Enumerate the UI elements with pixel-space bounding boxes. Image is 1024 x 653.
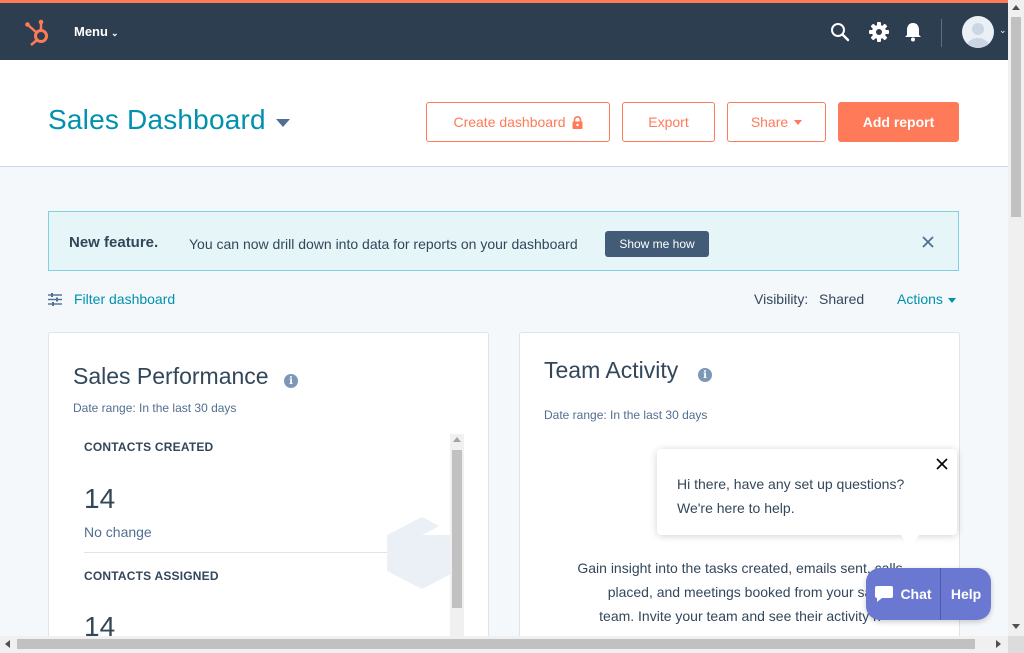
help-button[interactable]: Help bbox=[941, 586, 991, 602]
banner-text: You can now drill down into data for rep… bbox=[189, 236, 578, 252]
help-label: Help bbox=[950, 586, 982, 602]
metric-value: 14 bbox=[84, 483, 116, 514]
close-icon[interactable] bbox=[920, 234, 936, 250]
metric-label: CONTACTS ASSIGNED bbox=[84, 569, 219, 583]
scroll-right-arrow-icon[interactable] bbox=[996, 640, 1001, 648]
scroll-down-arrow-icon[interactable] bbox=[1012, 624, 1020, 629]
close-icon[interactable] bbox=[935, 457, 949, 471]
share-caret-icon bbox=[794, 119, 803, 125]
new-feature-banner: New feature. You can now drill down into… bbox=[48, 211, 959, 271]
info-icon[interactable]: i bbox=[284, 374, 298, 388]
decorative-hexagon-icon bbox=[387, 517, 457, 589]
add-report-label: Add report bbox=[862, 114, 935, 130]
visibility-value: Shared bbox=[819, 291, 865, 307]
dashboard-content: New feature. You can now drill down into… bbox=[0, 167, 1008, 642]
chat-button[interactable]: Chat bbox=[866, 568, 941, 620]
scroll-up-arrow-icon[interactable] bbox=[1012, 5, 1020, 10]
search-icon[interactable] bbox=[829, 21, 851, 43]
filter-row: Filter dashboard Visibility: Shared Acti… bbox=[48, 290, 959, 310]
sprocket-logo-icon[interactable] bbox=[24, 17, 52, 47]
team-activity-title: Team Activity bbox=[544, 357, 679, 383]
metric-label: CONTACTS CREATED bbox=[84, 440, 214, 454]
scroll-thumb[interactable] bbox=[452, 450, 462, 608]
filter-dashboard-link[interactable]: Filter dashboard bbox=[74, 291, 175, 307]
scrollbar-corner bbox=[1008, 636, 1024, 653]
card-scrollbar[interactable] bbox=[450, 434, 464, 641]
top-navigation-bar: Menu ⌄ ⌄ bbox=[0, 0, 1008, 60]
metric-change: No change bbox=[84, 524, 152, 540]
actions-caret-icon bbox=[947, 297, 956, 303]
sales-performance-card: Sales Performance i Date range: In the l… bbox=[48, 332, 489, 642]
filter-sliders-icon[interactable] bbox=[48, 293, 62, 306]
page-horizontal-scrollbar[interactable] bbox=[0, 636, 1008, 653]
page-title[interactable]: Sales Dashboard bbox=[48, 104, 266, 136]
avatar-icon[interactable] bbox=[962, 16, 994, 48]
gear-icon[interactable] bbox=[868, 21, 890, 43]
actions-label: Actions bbox=[897, 291, 943, 307]
nav-divider bbox=[941, 19, 942, 47]
chat-widget[interactable]: Chat Help bbox=[866, 568, 991, 620]
actions-dropdown[interactable]: Actions bbox=[897, 291, 956, 307]
avatar-chevron-down-icon[interactable]: ⌄ bbox=[999, 25, 1007, 36]
export-button[interactable]: Export bbox=[622, 102, 715, 142]
sales-performance-title: Sales Performance bbox=[73, 363, 269, 389]
popup-message: Hi there, have any set up questions? We'… bbox=[677, 472, 904, 520]
popup-line: We're here to help. bbox=[677, 500, 795, 516]
share-button[interactable]: Share bbox=[727, 102, 826, 142]
show-me-how-button[interactable]: Show me how bbox=[605, 231, 709, 257]
create-dashboard-button[interactable]: Create dashboard bbox=[426, 102, 610, 142]
banner-title: New feature. bbox=[69, 234, 159, 251]
chat-label: Chat bbox=[900, 586, 932, 602]
menu-label: Menu bbox=[74, 24, 108, 39]
scroll-thumb[interactable] bbox=[17, 639, 975, 649]
chat-welcome-popup: Hi there, have any set up questions? We'… bbox=[657, 449, 957, 548]
share-label: Share bbox=[750, 114, 789, 130]
info-icon[interactable]: i bbox=[698, 368, 712, 382]
add-report-button[interactable]: Add report bbox=[838, 102, 959, 142]
main-menu-button[interactable]: Menu ⌄ bbox=[74, 24, 119, 39]
scroll-left-arrow-icon[interactable] bbox=[5, 640, 10, 648]
popup-tail bbox=[900, 534, 920, 548]
lock-icon bbox=[572, 115, 583, 129]
activity-date-range: Date range: In the last 30 days bbox=[544, 408, 708, 422]
dashboard-header: Sales Dashboard Create dashboard Export … bbox=[0, 60, 1008, 167]
popup-line: Hi there, have any set up questions? bbox=[677, 476, 905, 492]
chevron-down-icon: ⌄ bbox=[110, 28, 119, 38]
page-vertical-scrollbar[interactable] bbox=[1008, 0, 1024, 636]
visibility-label: Visibility: bbox=[754, 291, 809, 307]
sales-date-range: Date range: In the last 30 days bbox=[73, 401, 237, 415]
scroll-thumb[interactable] bbox=[1011, 17, 1021, 217]
bell-icon[interactable] bbox=[902, 21, 924, 43]
metric-divider bbox=[84, 552, 404, 553]
chat-bubble-icon bbox=[875, 586, 894, 602]
dashboard-selector-caret-icon[interactable] bbox=[276, 119, 290, 127]
create-dashboard-label: Create dashboard bbox=[453, 114, 566, 130]
export-label: Export bbox=[648, 114, 689, 130]
scroll-up-arrow-icon[interactable] bbox=[453, 437, 461, 442]
